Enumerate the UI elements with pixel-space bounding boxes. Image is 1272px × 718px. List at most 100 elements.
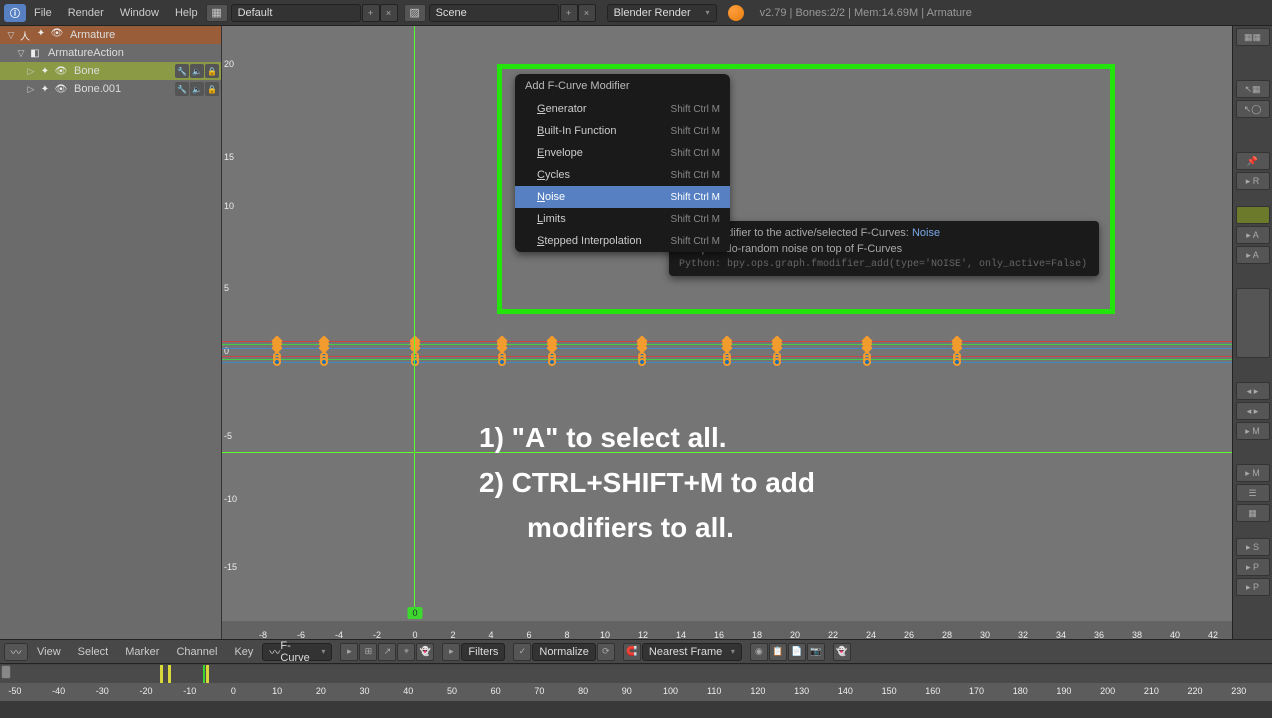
scene-remove-button[interactable]: × — [578, 4, 596, 22]
menu-marker[interactable]: Marker — [117, 646, 167, 658]
timeline-marker[interactable] — [206, 665, 209, 683]
auto-icon-2[interactable]: ▸ A — [1236, 246, 1270, 264]
m-icon[interactable]: ▸ M — [1236, 464, 1270, 482]
lock-icon[interactable]: 🔒 — [205, 82, 219, 96]
menu-help[interactable]: Help — [167, 7, 206, 19]
graph-editor-icon[interactable]: 〰 — [4, 643, 28, 661]
timeline-editor-icon[interactable] — [1, 665, 11, 679]
graph-editor-header: 〰 View Select Marker Channel Key 〰 F-Cur… — [0, 639, 1272, 663]
channel-list: ▽ 人✦👁 Armature ▽ ◧ ArmatureAction ▷ ✦👁 B… — [0, 26, 222, 639]
graph-editor[interactable]: 20151050-5-10-15 0 -8-6-4-20246810121416… — [222, 26, 1232, 639]
layout-name-field[interactable]: Default — [231, 4, 361, 22]
timeline-track[interactable] — [0, 665, 1272, 683]
x-tick: -2 — [373, 630, 381, 639]
main-area: ▽ 人✦👁 Armature ▽ ◧ ArmatureAction ▷ ✦👁 B… — [0, 26, 1272, 639]
cursor-2d-icon[interactable]: ↖◯ — [1236, 100, 1270, 118]
s-icon[interactable]: ▸ S — [1236, 538, 1270, 556]
tree-row-armature[interactable]: ▽ 人✦👁 Armature — [0, 26, 221, 44]
layout-add-button[interactable]: + — [362, 4, 380, 22]
cursor-icon[interactable]: ↖▦ — [1236, 80, 1270, 98]
tooltip-em: Noise — [912, 227, 940, 239]
expand-icon[interactable]: ▽ — [4, 30, 18, 41]
info-editor-icon[interactable]: ⓘ — [4, 4, 26, 22]
slider-left[interactable] — [1236, 288, 1270, 358]
paste-icon[interactable]: 📄 — [788, 643, 806, 661]
m-icon2[interactable]: ☰ — [1236, 484, 1270, 502]
proportional-icon[interactable]: ◉ — [750, 643, 768, 661]
frame-ruler[interactable]: -8-6-4-202468101214161820222426283032343… — [222, 621, 1232, 639]
pivot-icon[interactable]: ▸ — [340, 643, 358, 661]
timeline: -50-40-30-20-100102030405060708090100110… — [0, 663, 1272, 700]
menu-render[interactable]: Render — [60, 7, 112, 19]
menu-key[interactable]: Key — [226, 646, 261, 658]
menu-item-cycles[interactable]: CyclesShift Ctrl M — [515, 164, 730, 186]
timeline-tick: 20 — [316, 686, 326, 696]
option-m[interactable]: ▸ M — [1236, 422, 1270, 440]
timeline-ruler[interactable]: -50-40-30-20-100102030405060708090100110… — [0, 683, 1272, 701]
pin-icon[interactable]: 📌 — [1236, 152, 1270, 170]
menu-item-envelope[interactable]: EnvelopeShift Ctrl M — [515, 142, 730, 164]
snap-mode-dropdown[interactable]: Nearest Frame▾ — [642, 643, 742, 661]
selected-icon[interactable]: ↗ — [378, 643, 396, 661]
ghost-icon[interactable]: 👻 — [416, 643, 434, 661]
ghost-curves-icon[interactable]: 👻 — [833, 643, 851, 661]
expand-icon[interactable]: ▷ — [24, 66, 38, 77]
timeline-marker[interactable] — [168, 665, 171, 683]
wrench-icon[interactable]: 🔧 — [175, 82, 189, 96]
tree-row-action[interactable]: ▽ ◧ ArmatureAction — [0, 44, 221, 62]
scene-icon[interactable]: ▨ — [404, 4, 426, 22]
mute-icon[interactable]: 🔈 — [190, 82, 204, 96]
menu-window[interactable]: Window — [112, 7, 167, 19]
p-icon[interactable]: ▸ P — [1236, 558, 1270, 576]
menu-item-built-in-function[interactable]: Built-In FunctionShift Ctrl M — [515, 120, 730, 142]
menu-item-generator[interactable]: GeneratorShift Ctrl M — [515, 98, 730, 120]
lock-icon[interactable]: 🔒 — [205, 64, 219, 78]
mute-icon[interactable]: 🔈 — [190, 64, 204, 78]
normalize-toggle-icon[interactable]: ✓ — [513, 643, 531, 661]
scene-add-button[interactable]: + — [560, 4, 578, 22]
cursor-snap-icon[interactable]: ⌖ — [397, 643, 415, 661]
create-snapshot-icon[interactable]: 📷 — [807, 643, 825, 661]
menu-item-noise[interactable]: NoiseShift Ctrl M — [515, 186, 730, 208]
color-swatch[interactable] — [1236, 206, 1270, 224]
option-b[interactable]: ◂ ▸ — [1236, 402, 1270, 420]
filter-toggle-icon[interactable]: ▸ — [442, 643, 460, 661]
p-icon2[interactable]: ▸ P — [1236, 578, 1270, 596]
copy-icon[interactable]: 📋 — [769, 643, 787, 661]
wrench-icon[interactable]: 🔧 — [175, 64, 189, 78]
menu-item-limits[interactable]: LimitsShift Ctrl M — [515, 208, 730, 230]
handles-icon[interactable]: ⊞ — [359, 643, 377, 661]
tree-row-bone2[interactable]: ▷ ✦👁 Bone.001 🔧 🔈 🔒 — [0, 80, 221, 98]
tree-row-bone1[interactable]: ▷ ✦👁 Bone 🔧 🔈 🔒 — [0, 62, 221, 80]
menu-channel[interactable]: Channel — [168, 646, 225, 658]
timeline-tick: 200 — [1100, 686, 1115, 696]
auto-normalize-icon[interactable]: ⟳ — [597, 643, 615, 661]
menu-item-stepped-interpolation[interactable]: Stepped InterpolationShift Ctrl M — [515, 230, 730, 252]
scene-name-field[interactable]: Scene — [429, 4, 559, 22]
menu-file[interactable]: File — [26, 7, 60, 19]
menu-view[interactable]: View — [29, 646, 69, 658]
y-tick: 20 — [224, 59, 234, 69]
grid-icon[interactable]: ▦ — [1236, 504, 1270, 522]
reset-icon[interactable]: ▸ R — [1236, 172, 1270, 190]
render-engine-dropdown[interactable]: Blender Render▾ — [607, 4, 717, 22]
snap-toggle-icon[interactable]: 🧲 — [623, 643, 641, 661]
layout-remove-button[interactable]: × — [380, 4, 398, 22]
menu-select[interactable]: Select — [70, 646, 117, 658]
screen-layout-icon[interactable]: ▦ — [206, 4, 228, 22]
filters-button[interactable]: Filters — [461, 643, 505, 661]
expand-icon[interactable]: ▽ — [14, 48, 28, 59]
option-a[interactable]: ◂ ▸ — [1236, 382, 1270, 400]
auto-icon[interactable]: ▸ A — [1236, 226, 1270, 244]
normalize-button[interactable]: Normalize — [532, 643, 596, 661]
y-tick: -5 — [224, 431, 232, 441]
expand-icon[interactable]: ▷ — [24, 84, 38, 95]
tab-row[interactable]: ▦▦ — [1236, 28, 1270, 46]
y-tick: 5 — [224, 283, 229, 293]
timeline-playhead[interactable] — [203, 665, 205, 683]
eye-icon: 👁 — [50, 28, 64, 43]
timeline-tick: 100 — [663, 686, 678, 696]
x-tick: 38 — [1132, 630, 1142, 639]
timeline-marker[interactable] — [160, 665, 163, 683]
mode-dropdown[interactable]: 〰 F-Curve▾ — [262, 643, 332, 661]
